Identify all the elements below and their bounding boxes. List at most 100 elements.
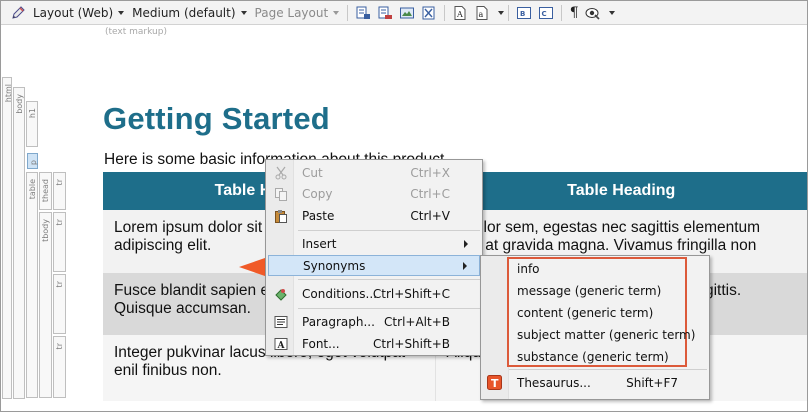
markup-label: (text markup): [105, 27, 167, 37]
structure-bar-label: tr: [55, 179, 64, 186]
menu-item-insert[interactable]: Insert: [268, 233, 480, 254]
layout-toolbar: Layout (Web) Medium (default) Page Layou…: [1, 1, 807, 25]
structure-bar-tr[interactable]: tr: [53, 212, 66, 272]
svg-text:B: B: [520, 10, 525, 18]
structure-bar-label: thead: [41, 179, 50, 203]
editor-window: Layout (Web) Medium (default) Page Layou…: [0, 0, 808, 412]
structure-bar-label: p: [29, 160, 38, 166]
toolbar-divider: [508, 4, 510, 21]
show-spans-icon[interactable]: [376, 4, 394, 22]
show-images-icon[interactable]: [398, 4, 416, 22]
structure-bar-tr[interactable]: tr: [53, 274, 66, 334]
show-tags-icon[interactable]: [354, 4, 372, 22]
structure-bar-label: tbody: [41, 219, 50, 242]
menu-item-paragraph[interactable]: Paragraph... Ctrl+Alt+B: [268, 311, 480, 332]
synonym-item[interactable]: substance (generic term): [517, 350, 669, 364]
structure-bar-tr[interactable]: tr: [53, 336, 66, 398]
svg-text:A: A: [456, 10, 463, 19]
menu-item-label: Copy: [302, 186, 333, 201]
menu-separator: [298, 308, 480, 309]
layout-dropdown-label: Layout (Web): [33, 5, 114, 20]
chevron-down-icon: [333, 10, 340, 15]
menu-item-conditions[interactable]: Conditions... Ctrl+Shift+C: [268, 283, 480, 304]
menu-item-label: Font...: [302, 336, 340, 351]
menu-separator: [509, 369, 707, 370]
condition-tag-icon: [268, 287, 294, 301]
medium-dropdown-label: Medium (default): [132, 5, 236, 20]
context-menu: Cut Ctrl+X Copy Ctrl+C Paste Ctrl+V Inse…: [265, 159, 483, 356]
menu-item-shortcut: Ctrl+Shift+B: [373, 336, 450, 351]
menu-item-label: Thesaurus...: [517, 376, 591, 390]
menu-item-label: Cut: [302, 165, 323, 180]
chevron-down-icon[interactable]: [498, 10, 505, 15]
synonym-item[interactable]: subject matter (generic term): [517, 328, 695, 342]
structure-bar-label: table: [28, 179, 37, 200]
page-layout-dropdown[interactable]: Page Layout: [251, 3, 344, 23]
structure-bar-label: tr: [55, 343, 64, 350]
menu-item-shortcut: Ctrl+C: [410, 186, 450, 201]
menu-item-label: Insert: [302, 236, 337, 251]
structure-bar-label: tr: [55, 281, 64, 288]
layout-dropdown[interactable]: Layout (Web): [29, 3, 128, 23]
structure-bar-label: html: [4, 84, 13, 103]
chevron-down-icon: [240, 10, 247, 15]
page-break-icon[interactable]: C: [537, 4, 555, 22]
menu-separator: [298, 230, 480, 231]
structure-bar-label: h1: [28, 108, 37, 119]
menu-item-thesaurus[interactable]: T Thesaurus... Shift+F7: [482, 372, 708, 394]
svg-text:a: a: [479, 10, 484, 19]
copy-icon: [268, 187, 294, 201]
menu-item-paste[interactable]: Paste Ctrl+V: [268, 205, 480, 226]
document-text-icon[interactable]: A: [451, 4, 469, 22]
menu-item-label: Paste: [302, 208, 335, 223]
menu-item-label: Paragraph...: [302, 314, 375, 329]
submenu-arrow-icon: [464, 239, 468, 248]
font-icon: A: [268, 337, 294, 351]
table-heading[interactable]: Table Heading: [435, 172, 807, 210]
preview-dropdown-icon[interactable]: [584, 4, 602, 22]
menu-item-cut[interactable]: Cut Ctrl+X: [268, 162, 480, 183]
menu-item-font[interactable]: A Font... Ctrl+Shift+B: [268, 333, 480, 354]
structure-bar-h1[interactable]: h1: [26, 101, 38, 147]
synonym-item[interactable]: message (generic term): [517, 284, 661, 298]
menu-item-label: Synonyms: [303, 258, 366, 273]
submenu-arrow-icon: [463, 261, 467, 270]
synonym-item[interactable]: content (generic term): [517, 306, 653, 320]
paragraph-icon: [268, 315, 294, 329]
svg-text:C: C: [542, 10, 547, 18]
toolbar-divider: [347, 4, 349, 21]
svg-text:A: A: [277, 341, 286, 351]
thesaurus-icon: T: [487, 375, 502, 393]
menu-item-shortcut: Ctrl+X: [410, 165, 450, 180]
medium-dropdown[interactable]: Medium (default): [128, 3, 250, 23]
structure-bar-tbody[interactable]: tbody: [39, 212, 52, 398]
structure-bar-body[interactable]: body: [13, 87, 25, 399]
structure-bar-label: body: [15, 94, 24, 114]
menu-item-copy[interactable]: Copy Ctrl+C: [268, 183, 480, 204]
structure-bar-label: tr: [55, 219, 64, 226]
menu-item-shortcut: Ctrl+V: [410, 208, 450, 223]
scissors-icon: [268, 166, 294, 180]
section-break-icon[interactable]: B: [515, 4, 533, 22]
structure-bar-tr[interactable]: tr: [53, 172, 66, 210]
text-format-dropdown-icon[interactable]: a: [473, 4, 491, 22]
chevron-down-icon: [118, 10, 125, 15]
synonym-item[interactable]: info: [517, 262, 540, 276]
structure-bar-p[interactable]: p: [27, 153, 38, 169]
pilcrow-icon[interactable]: ¶: [566, 5, 582, 21]
page-layout-dropdown-label: Page Layout: [254, 5, 329, 20]
svg-text:T: T: [491, 377, 499, 390]
menu-item-synonyms[interactable]: Synonyms: [268, 255, 480, 276]
menu-item-label: Conditions...: [302, 286, 377, 301]
menu-item-shortcut: Ctrl+Alt+B: [384, 314, 450, 329]
structure-bar-thead[interactable]: thead: [39, 172, 52, 210]
chevron-down-icon[interactable]: [609, 10, 616, 15]
pen-icon[interactable]: [9, 4, 27, 22]
page-title[interactable]: Getting Started: [103, 101, 330, 137]
toolbar-divider: [444, 4, 446, 21]
menu-item-shortcut: Ctrl+Shift+C: [372, 286, 450, 301]
structure-bar-table[interactable]: table: [26, 172, 38, 398]
structure-bar-html[interactable]: html: [2, 77, 13, 399]
show-changes-icon[interactable]: [420, 4, 438, 22]
menu-separator: [298, 279, 480, 280]
